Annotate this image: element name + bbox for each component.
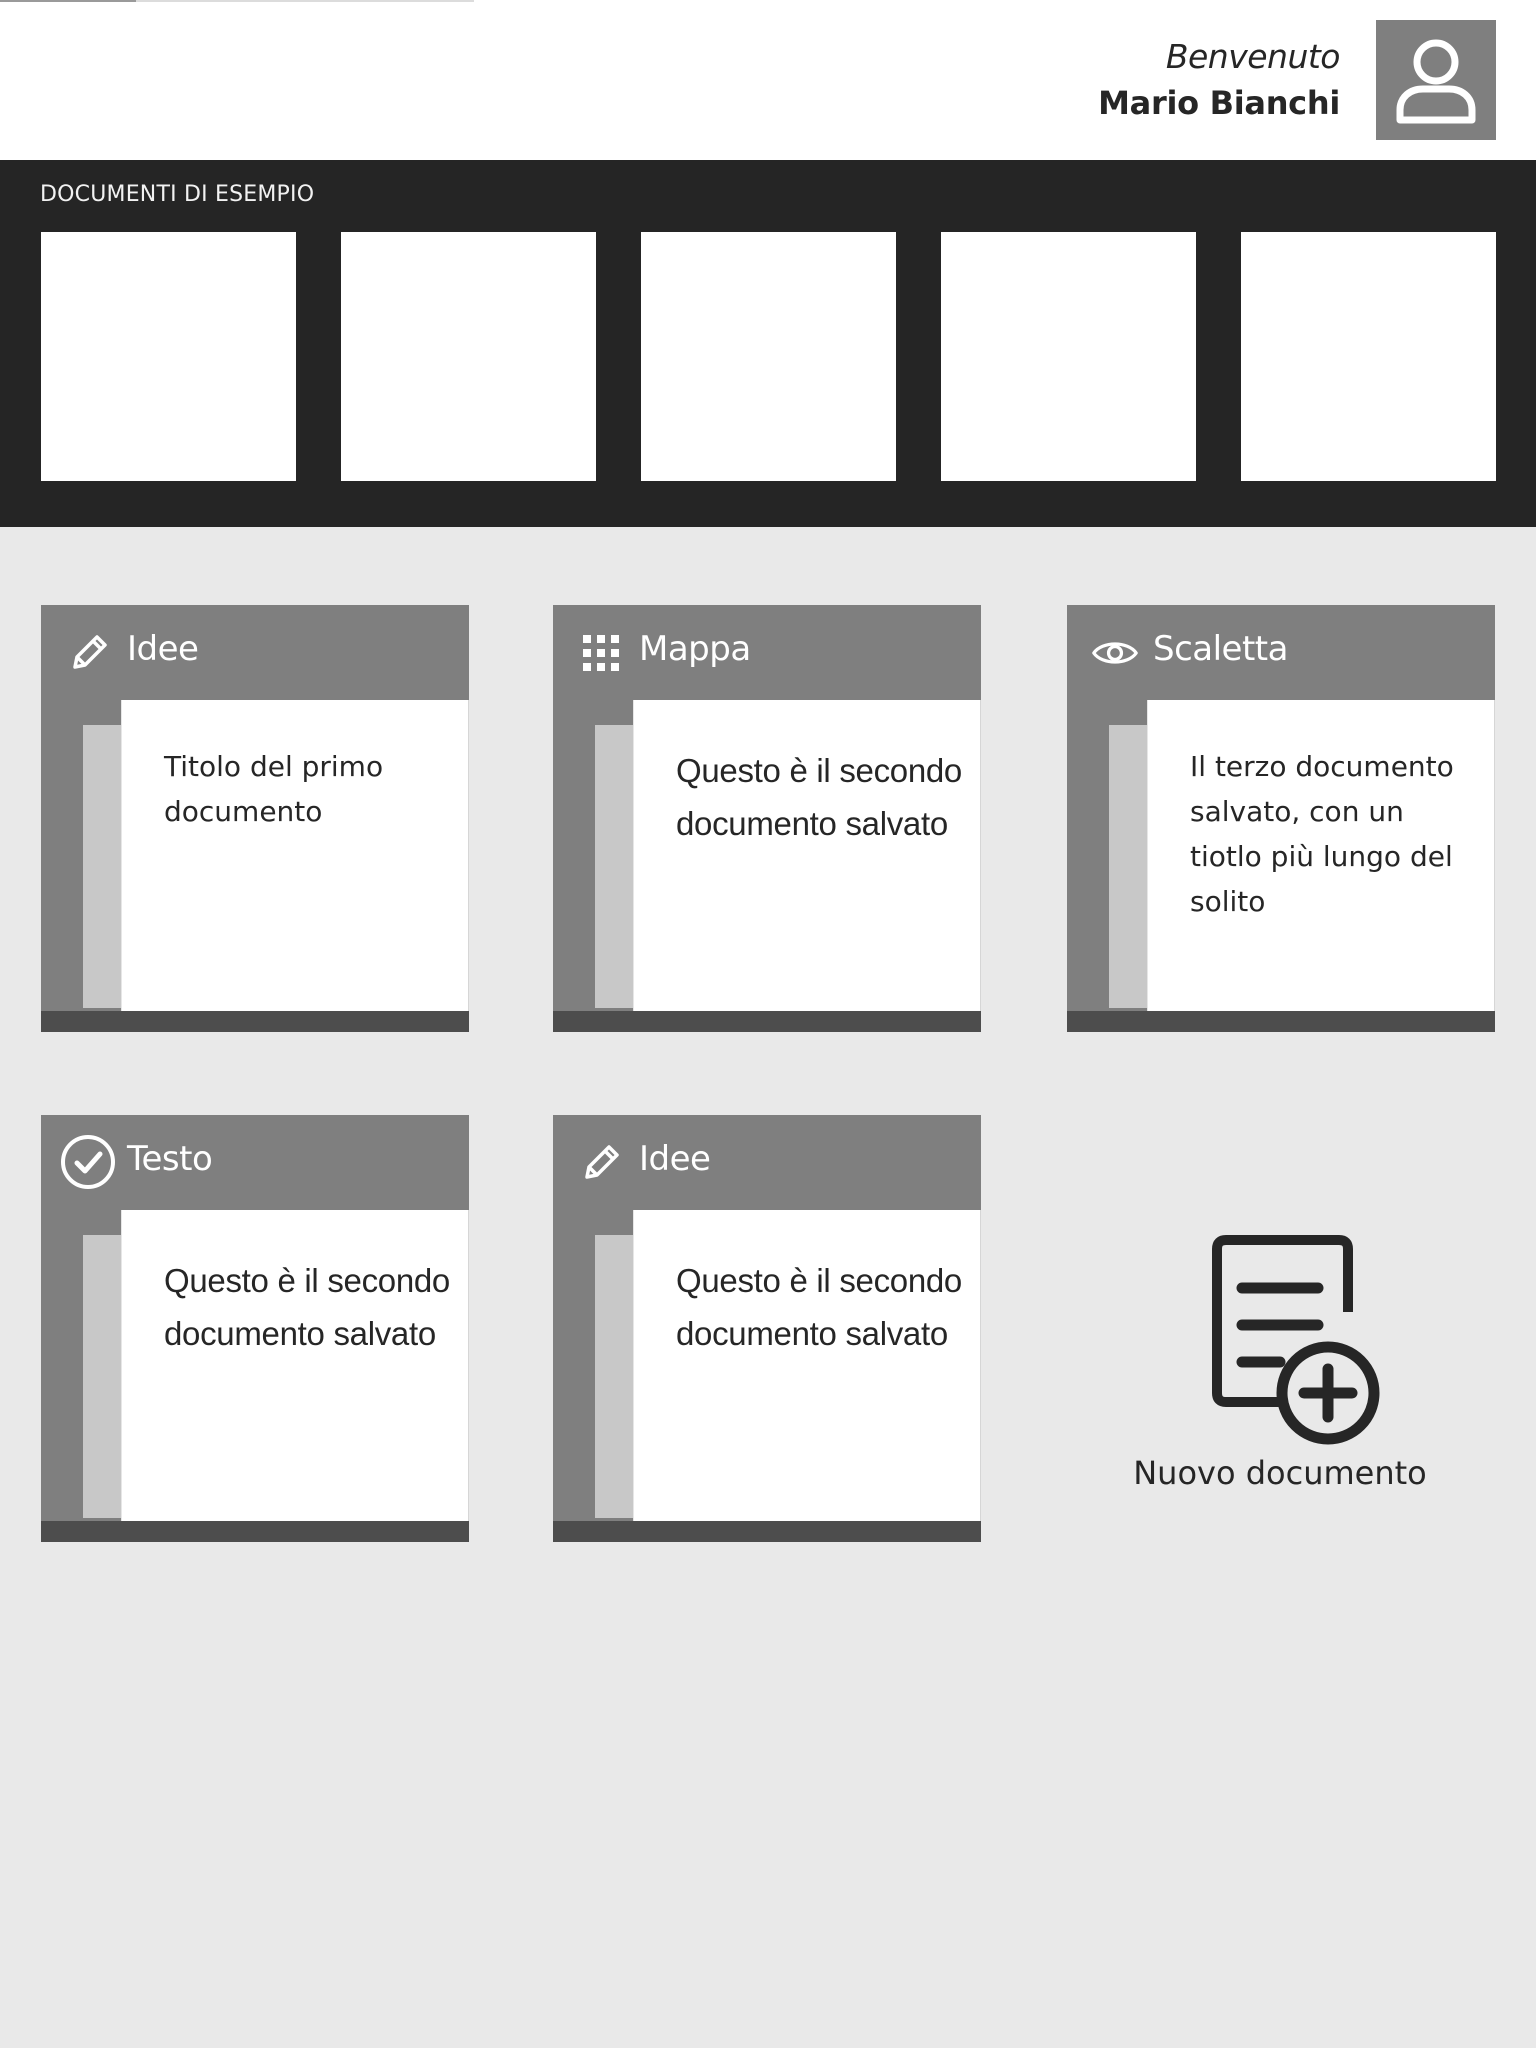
document-preview: Titolo del primo documento bbox=[121, 700, 469, 1011]
card-footer bbox=[553, 1011, 981, 1032]
sheet-shadow bbox=[1109, 725, 1149, 1008]
sheet-shadow bbox=[83, 1235, 123, 1518]
document-add-icon bbox=[1200, 1222, 1390, 1456]
example-document-4[interactable] bbox=[941, 232, 1196, 481]
example-documents-section: DOCUMENTI DI ESEMPIO bbox=[0, 160, 1536, 527]
pencil-icon bbox=[577, 1139, 625, 1187]
welcome-block: Benvenuto Mario Bianchi bbox=[1098, 34, 1340, 126]
document-category: Idee bbox=[127, 629, 199, 669]
app-header: Benvenuto Mario Bianchi bbox=[0, 0, 1536, 160]
sheet-shadow bbox=[595, 1235, 635, 1518]
document-category: Scaletta bbox=[1153, 629, 1288, 669]
new-document-label: Nuovo documento bbox=[1133, 1454, 1427, 1492]
example-document-3[interactable] bbox=[641, 232, 896, 481]
document-title: Titolo del primo documento bbox=[164, 750, 384, 828]
card-footer bbox=[1067, 1011, 1495, 1032]
grid-icon bbox=[577, 629, 625, 677]
document-preview: Questo è il secondo documento salvato bbox=[633, 1210, 981, 1521]
card-footer bbox=[41, 1011, 469, 1032]
example-document-5[interactable] bbox=[1241, 232, 1496, 481]
top-progress-line-fill bbox=[0, 0, 136, 2]
example-document-2[interactable] bbox=[341, 232, 596, 481]
document-category: Idee bbox=[639, 1139, 711, 1179]
document-card[interactable]: Idee Questo è il secondo documento salva… bbox=[553, 1115, 981, 1542]
new-document-button[interactable]: Nuovo documento bbox=[1080, 1208, 1480, 1508]
document-title: Questo è il secondo documento salvato bbox=[676, 1262, 962, 1352]
document-title: Il terzo documento salvato, con un tiotl… bbox=[1190, 750, 1454, 918]
document-card[interactable]: Testo Questo è il secondo documento salv… bbox=[41, 1115, 469, 1542]
welcome-greeting: Benvenuto bbox=[1165, 37, 1341, 76]
example-document-1[interactable] bbox=[41, 232, 296, 481]
card-footer bbox=[553, 1521, 981, 1542]
document-card[interactable]: Idee Titolo del primo documento bbox=[41, 605, 469, 1032]
section-title: DOCUMENTI DI ESEMPIO bbox=[40, 182, 315, 207]
sheet-shadow bbox=[595, 725, 635, 1008]
document-category: Testo bbox=[127, 1139, 213, 1179]
document-category: Mappa bbox=[639, 629, 751, 669]
document-card[interactable]: Mappa Questo è il secondo documento salv… bbox=[553, 605, 981, 1032]
eye-icon bbox=[1091, 629, 1139, 677]
pencil-icon bbox=[65, 629, 113, 677]
document-preview: Questo è il secondo documento salvato bbox=[633, 700, 981, 1011]
document-title: Questo è il secondo documento salvato bbox=[164, 1262, 450, 1352]
card-footer bbox=[41, 1521, 469, 1542]
user-name: Mario Bianchi bbox=[1098, 84, 1340, 122]
document-preview: Il terzo documento salvato, con un tiotl… bbox=[1147, 700, 1495, 1011]
avatar-button[interactable] bbox=[1376, 20, 1496, 140]
check-circle-icon bbox=[59, 1133, 117, 1191]
document-card[interactable]: Scaletta Il terzo documento salvato, con… bbox=[1067, 605, 1495, 1032]
top-progress-line bbox=[0, 0, 474, 2]
document-title: Questo è il secondo documento salvato bbox=[676, 752, 962, 842]
sheet-shadow bbox=[83, 725, 123, 1008]
document-preview: Questo è il secondo documento salvato bbox=[121, 1210, 469, 1521]
user-icon bbox=[1396, 39, 1476, 124]
